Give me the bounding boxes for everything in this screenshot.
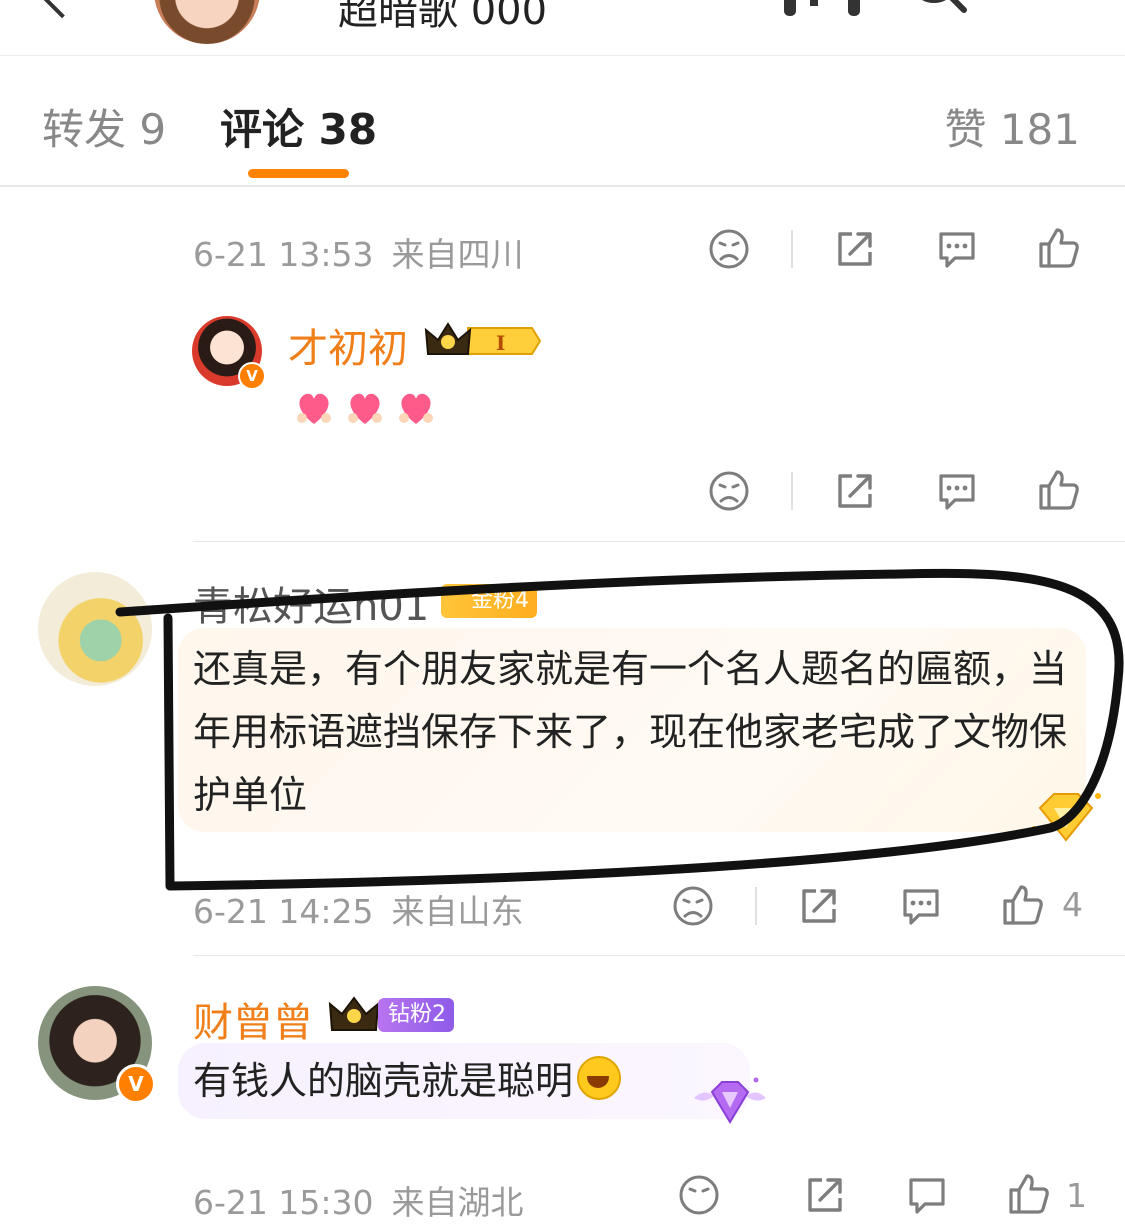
thumbs-up-icon[interactable] (1037, 468, 1081, 512)
verified-badge: V (238, 362, 266, 390)
crown-badge-text: I (496, 331, 505, 355)
chevron-left-icon[interactable] (33, 0, 91, 19)
heart-icon (399, 393, 433, 424)
tab-like-label: 赞 (944, 105, 987, 154)
thumbs-up-icon[interactable] (1007, 1172, 1051, 1216)
comment-time: 6-21 14:25 (193, 892, 374, 931)
active-tab-indicator (248, 169, 349, 178)
comment-meta: 6-21 14:25 来自山东 (193, 885, 524, 933)
tab-forward[interactable]: 转发 9 (42, 96, 166, 157)
crown-badge-icon[interactable]: I (424, 320, 542, 362)
comment-time: 6-21 13:53 (193, 235, 374, 274)
comment-meta: 6-21 15:30 来自湖北 (193, 1176, 524, 1224)
top-bar: 超暗歌 000 (0, 0, 1125, 56)
tab-comment-label: 评论 (220, 105, 305, 154)
laughing-emoji-icon (577, 1056, 622, 1100)
sad-face-icon[interactable] (708, 228, 750, 270)
tab-forward-label: 转发 (42, 105, 127, 154)
comment-time: 6-21 15:30 (193, 1183, 374, 1222)
heart-icon (348, 393, 382, 424)
sad-face-icon[interactable] (708, 470, 750, 512)
comment-meta: 6-21 13:53 来自四川 (193, 228, 524, 276)
thumbs-up-icon[interactable] (1001, 883, 1045, 927)
comment-location: 来自湖北 (391, 1183, 524, 1222)
tab-comment[interactable]: 评论 38 (220, 96, 377, 157)
purple-gem-icon (694, 1077, 766, 1124)
comment-icon[interactable] (935, 470, 979, 512)
fan-badge-text: 钻粉2 (388, 1002, 446, 1027)
share-icon[interactable] (804, 1174, 846, 1216)
divider (791, 472, 793, 510)
thumbs-up-icon[interactable] (1037, 226, 1081, 270)
fan-badge: 钻粉2 (378, 998, 454, 1032)
sad-face-icon[interactable] (678, 1174, 720, 1216)
comment-icon[interactable] (935, 228, 979, 270)
tab-forward-count: 9 (139, 105, 167, 154)
share-icon[interactable] (798, 885, 840, 927)
divider (193, 541, 1125, 542)
comment-location: 来自山东 (391, 892, 524, 931)
username[interactable]: 财曾曾 (193, 990, 313, 1048)
graph-icon[interactable] (780, 0, 864, 20)
crown-badge-icon (328, 996, 380, 1031)
comment-icon[interactable] (899, 885, 943, 927)
username[interactable]: 才初初 (288, 316, 408, 374)
search-icon[interactable] (900, 0, 970, 22)
like-count: 4 (1062, 885, 1083, 924)
comment-text: 有钱人的脑壳就是聪明 (193, 1050, 622, 1113)
comment-location: 来自四川 (391, 235, 524, 274)
comment-text-content: 有钱人的脑壳就是聪明 (193, 1059, 574, 1103)
like-count: 1 (1066, 1176, 1087, 1215)
verified-badge: V (116, 1064, 156, 1104)
tab-like[interactable]: 赞 181 (944, 96, 1080, 157)
comment-icon[interactable] (905, 1174, 949, 1216)
heart-icon (297, 393, 331, 424)
page-title: 超暗歌 000 (338, 0, 548, 34)
divider (193, 955, 1125, 956)
tab-comment-count: 38 (318, 105, 378, 154)
share-icon[interactable] (834, 228, 876, 270)
divider (755, 887, 757, 925)
divider (791, 230, 793, 268)
annotation-outline (115, 568, 1124, 891)
share-icon[interactable] (834, 470, 876, 512)
tab-like-count: 181 (999, 105, 1080, 154)
divider (0, 185, 1125, 187)
avatar[interactable] (154, 0, 260, 44)
sad-face-icon[interactable] (672, 885, 714, 927)
